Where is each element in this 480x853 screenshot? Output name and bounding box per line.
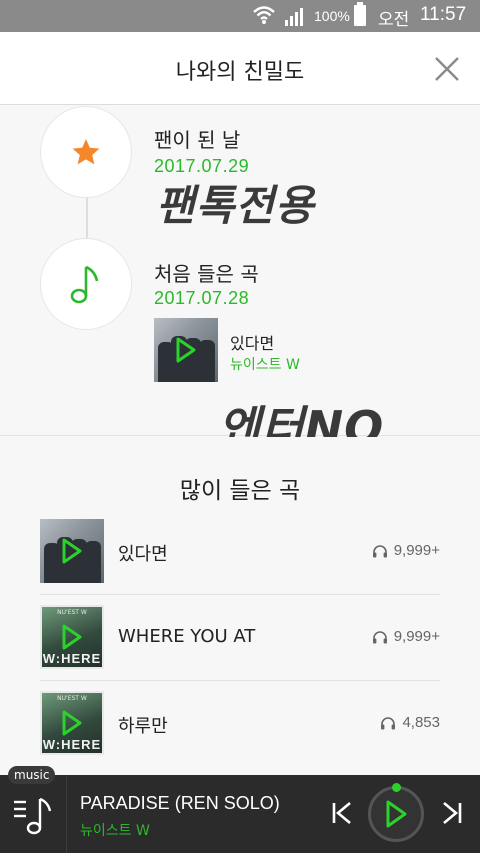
first-listen-label: 처음 들은 곡 — [154, 262, 259, 286]
headphones-icon — [372, 544, 387, 557]
most-played-section: 많이 들은 곡 있다면 9,999+ NU'EST W W:HERE WHERE… — [0, 437, 480, 775]
play-count: 9,999+ — [372, 628, 440, 645]
headphones-icon — [372, 630, 387, 643]
timeline-connector — [86, 194, 88, 244]
first-song-item[interactable]: 있다면 뉴이스트 W — [154, 318, 434, 382]
wifi-icon — [253, 6, 275, 24]
play-icon[interactable] — [60, 623, 84, 651]
album-art-caption: W:HERE — [42, 651, 102, 666]
playing-indicator-dot — [392, 783, 401, 792]
status-ampm: 오전 — [378, 10, 410, 30]
song-row[interactable]: 있다면 9,999+ — [40, 509, 440, 595]
album-art — [154, 318, 218, 382]
play-count-value: 4,853 — [402, 714, 440, 731]
battery-icon — [354, 2, 366, 26]
play-icon[interactable] — [60, 709, 84, 737]
first-listen-badge — [40, 238, 132, 330]
music-note-icon — [70, 265, 99, 304]
album-art — [40, 519, 104, 583]
song-row[interactable]: NU'EST W W:HERE WHERE YOU AT 9,999+ — [40, 595, 440, 681]
play-count-value: 9,999+ — [393, 628, 440, 645]
signal-icon — [285, 8, 303, 26]
music-badge: music — [8, 766, 56, 784]
album-art-caption: W:HERE — [42, 737, 102, 752]
now-playing-artist: 뉴이스트 W — [80, 823, 150, 839]
playlist-menu-icon[interactable] — [12, 793, 54, 837]
song-row[interactable]: NU'EST W W:HERE 하루만 4,853 — [40, 681, 440, 767]
album-art-top-text: NU'EST W — [57, 695, 87, 702]
play-count: 9,999+ — [372, 542, 440, 559]
first-listen-date: 2017.07.28 — [154, 288, 250, 308]
song-artist: 뉴이스트 W — [230, 357, 300, 373]
play-icon[interactable] — [383, 799, 409, 829]
play-count-value: 9,999+ — [393, 542, 440, 559]
play-icon[interactable] — [60, 537, 84, 565]
player-divider — [66, 775, 67, 853]
play-icon[interactable] — [174, 336, 198, 364]
status-bar: 100% 오전 11:57 — [0, 0, 480, 32]
watermark-text: 팬톡전용 — [156, 181, 315, 230]
mini-player[interactable]: PARADISE (REN SOLO) 뉴이스트 W — [0, 775, 480, 853]
section-heading: 많이 들은 곡 — [179, 478, 301, 504]
headphones-icon — [381, 716, 396, 729]
previous-track-icon[interactable] — [330, 799, 354, 827]
song-title: 있다면 — [230, 334, 275, 353]
song-title: WHERE YOU AT — [118, 626, 256, 647]
album-art: NU'EST W W:HERE — [40, 605, 104, 669]
header: 나와의 친밀도 — [0, 32, 480, 105]
fan-day-badge — [40, 106, 132, 198]
song-title: 하루만 — [118, 716, 168, 737]
album-art-top-text: NU'EST W — [57, 609, 87, 616]
fan-day-label: 팬이 된 날 — [154, 128, 241, 152]
star-icon — [72, 139, 100, 165]
play-button[interactable] — [368, 786, 424, 842]
page-title: 나와의 친밀도 — [175, 60, 305, 85]
next-track-icon[interactable] — [440, 799, 464, 827]
close-icon[interactable] — [430, 52, 464, 86]
status-time: 11:57 — [420, 4, 467, 25]
intimacy-timeline: 팬이 된 날 2017.07.29 처음 들은 곡 2017.07.28 있다면… — [0, 106, 480, 436]
battery-percent: 100% — [314, 8, 350, 24]
now-playing-title: PARADISE (REN SOLO) — [80, 793, 280, 813]
song-title: 있다면 — [118, 544, 168, 565]
album-art: NU'EST W W:HERE — [40, 691, 104, 755]
play-count: 4,853 — [380, 714, 440, 731]
